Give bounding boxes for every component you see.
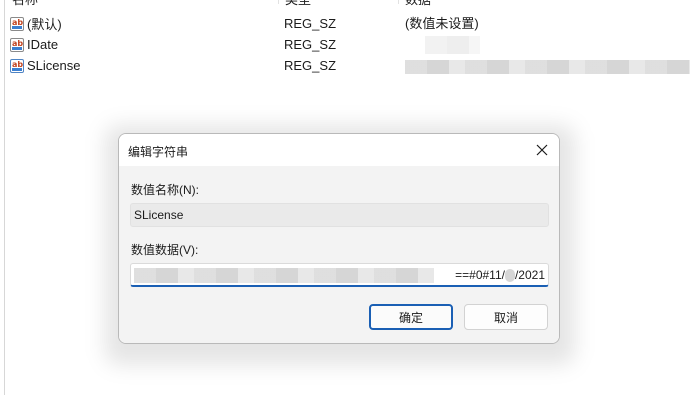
- close-icon: [536, 144, 548, 156]
- redacted-value: [504, 269, 515, 283]
- string-value-icon: ab: [10, 58, 24, 73]
- dialog-title: 编辑字符串: [128, 145, 189, 159]
- column-divider[interactable]: [398, 0, 399, 4]
- redacted-value: [134, 268, 434, 283]
- column-header-name[interactable]: 名称: [12, 0, 38, 8]
- value-data-label: 数值数据(V):: [131, 243, 199, 257]
- redacted-value: [425, 36, 480, 54]
- close-button[interactable]: [529, 137, 555, 163]
- registry-value-row[interactable]: ab SLicense REG_SZ: [5, 55, 691, 76]
- value-name: (默认): [27, 17, 62, 32]
- value-name: SLicense: [27, 58, 81, 73]
- string-value-icon: ab: [10, 16, 24, 31]
- registry-value-row[interactable]: ab (默认) REG_SZ (数值未设置): [5, 13, 691, 34]
- value-name-field[interactable]: SLicense: [130, 203, 549, 227]
- value-data-input[interactable]: ==#0#11//2021: [130, 263, 549, 287]
- dialog-titlebar[interactable]: 编辑字符串: [119, 134, 559, 166]
- value-name-text: SLicense: [134, 208, 184, 222]
- value-data-text: ==#0#11//2021: [455, 268, 545, 283]
- column-header: 名称 类型 数据: [5, 0, 691, 8]
- value-name-label: 数值名称(N):: [131, 183, 199, 197]
- column-divider[interactable]: [278, 0, 279, 4]
- ok-button[interactable]: 确定: [369, 304, 453, 330]
- string-value-icon: ab: [10, 37, 24, 52]
- value-type: REG_SZ: [284, 58, 337, 73]
- value-type: REG_SZ: [284, 37, 337, 52]
- redacted-value: [405, 60, 690, 74]
- value-name: IDate: [27, 37, 59, 52]
- column-header-type[interactable]: 类型: [285, 0, 311, 8]
- value-type: REG_SZ: [284, 16, 337, 31]
- column-header-data[interactable]: 数据: [405, 0, 431, 8]
- value-data: (数值未设置): [405, 16, 479, 31]
- registry-value-row[interactable]: ab IDate REG_SZ: [5, 34, 691, 55]
- dialog-body: 数值名称(N): SLicense 数值数据(V): ==#0#11//2021…: [119, 166, 559, 343]
- edit-string-dialog: 编辑字符串 数值名称(N): SLicense 数值数据(V): ==#0#11…: [118, 133, 560, 344]
- cancel-button[interactable]: 取消: [464, 304, 548, 330]
